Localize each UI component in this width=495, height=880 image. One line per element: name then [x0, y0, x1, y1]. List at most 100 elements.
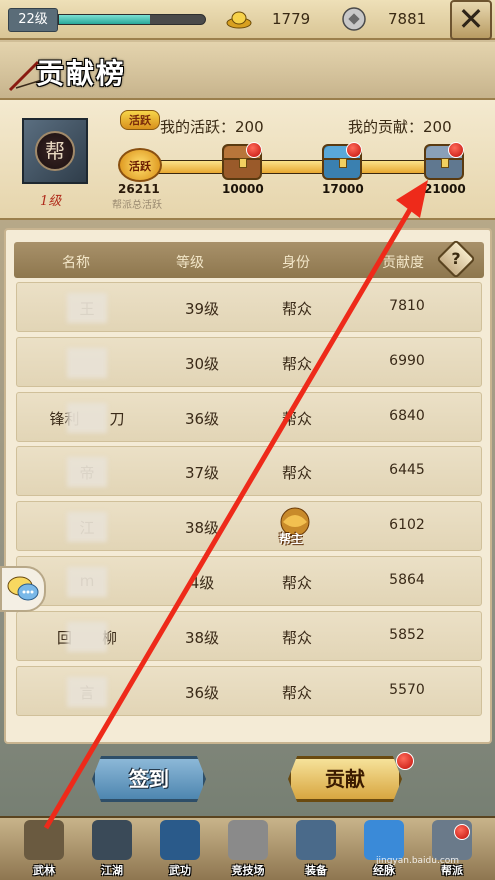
milestone-label: 21000: [424, 182, 466, 196]
milestone-label: 17000: [322, 182, 364, 196]
nav-item-1[interactable]: 江湖: [82, 818, 142, 880]
gold-amount: 1779: [272, 10, 311, 28]
redaction-blur: [67, 293, 107, 323]
member-role: 帮众: [281, 574, 312, 592]
header-contribution: 贡献度: [382, 255, 424, 271]
close-button[interactable]: ✕: [450, 0, 492, 40]
nav-item-5[interactable]: 经脉: [354, 818, 414, 880]
member-role: 帮主: [279, 532, 304, 547]
redaction-blur: [67, 567, 107, 597]
table-row[interactable]: 江38级帮主6102: [16, 501, 482, 552]
orb-icon: [364, 820, 404, 860]
redaction-blur: [67, 457, 107, 488]
table-row[interactable]: m4级帮众5864: [16, 556, 482, 606]
member-contribution: 5852: [389, 626, 425, 643]
xp-bar-fill: [59, 15, 150, 24]
silver-coin-icon: [342, 7, 366, 31]
member-level: 36级: [184, 409, 220, 428]
my-contribution: 我的贡献：200: [348, 118, 452, 136]
member-contribution: 6102: [389, 517, 425, 534]
help-icon[interactable]: ?: [442, 245, 470, 273]
header-level: 等级: [176, 255, 204, 271]
guild-emblem: 帮: [22, 118, 88, 184]
crossed-swords-icon: [228, 820, 268, 860]
activity-progress-fill: [141, 161, 459, 173]
my-activity: 我的活跃：200: [160, 118, 264, 136]
nav-label: 武功: [169, 864, 191, 877]
chest-lock-icon: [239, 158, 247, 168]
chat-button[interactable]: [0, 566, 46, 612]
player-level: 22级: [8, 8, 58, 32]
member-contribution: 6840: [389, 407, 425, 424]
member-role: 帮众: [281, 628, 312, 647]
member-level: 37级: [184, 464, 220, 483]
guild-emblem-seal: 帮: [35, 131, 75, 171]
member-contribution: 6445: [389, 462, 425, 479]
close-icon: ✕: [457, 0, 485, 38]
member-level: 36级: [184, 683, 220, 702]
chest-lock-icon: [339, 158, 347, 168]
member-contribution: 5864: [389, 572, 425, 588]
nav-item-0[interactable]: 武林: [14, 818, 74, 880]
table-row[interactable]: 王39级帮众7810: [16, 282, 482, 332]
member-role: 帮众: [281, 464, 312, 483]
guild-leader-badge: 帮主: [273, 504, 317, 548]
gold-ingot-icon: [226, 11, 252, 29]
notification-dot: [346, 142, 362, 158]
notification-dot: [396, 752, 414, 770]
nav-label: 竞技场: [231, 864, 265, 877]
guild-total-activity-label: 帮派总活跃: [112, 200, 162, 211]
member-level: 38级: [184, 628, 220, 647]
watermark: jingyan.baidu.com: [376, 856, 460, 866]
tower-icon: [24, 820, 64, 860]
table-row[interactable]: 帝37级帮众6445: [16, 446, 482, 497]
activity-badge: 活跃: [120, 110, 160, 130]
nav-label: 江湖: [101, 864, 123, 877]
nav-item-3[interactable]: 竞技场: [218, 818, 278, 880]
member-level: 39级: [184, 300, 220, 318]
member-role: 帮众: [281, 683, 312, 702]
notification-dot: [454, 824, 470, 840]
notification-dot: [448, 142, 464, 158]
header-role: 身份: [282, 255, 310, 271]
nav-item-2[interactable]: 武功: [150, 818, 210, 880]
armor-icon: [296, 820, 336, 860]
member-level: 30级: [184, 354, 220, 373]
table-row[interactable]: 言36级帮众5570: [16, 665, 482, 716]
xp-bar: [58, 14, 206, 25]
nav-item-4[interactable]: 装备: [286, 818, 346, 880]
sign-in-button[interactable]: 签到: [92, 756, 206, 802]
member-level: 38级: [184, 519, 220, 538]
nav-item-6[interactable]: 帮派: [422, 818, 482, 880]
member-level: 4级: [189, 574, 215, 592]
milestone-label: 10000: [222, 182, 264, 196]
page-title: 贡献榜: [36, 57, 127, 90]
silver-amount: 7881: [388, 10, 427, 28]
member-role: 帮众: [281, 354, 312, 373]
redaction-blur: [67, 621, 107, 652]
chat-bubble-icon: [7, 576, 39, 601]
notification-dot: [246, 142, 262, 158]
table-header: 名称 等级 身份 贡献度: [14, 242, 484, 278]
member-role: 帮众: [281, 409, 312, 428]
nav-label: 装备: [305, 864, 327, 877]
redaction-blur: [67, 402, 107, 433]
nav-label: 武林: [33, 864, 55, 877]
header-name: 名称: [62, 255, 90, 271]
table-row[interactable]: 回 柳 38级 帮众 5852: [16, 610, 482, 661]
redaction-blur: [67, 347, 107, 378]
redaction-blur: [67, 512, 107, 543]
chest-lock-icon: [441, 158, 449, 168]
guild-level: 1级: [40, 194, 62, 209]
contribute-button[interactable]: 贡献: [288, 756, 402, 802]
member-contribution: 5570: [389, 681, 425, 698]
swordsman-icon: [92, 820, 132, 860]
scroll-icon: [160, 820, 200, 860]
member-role: 帮众: [281, 300, 312, 318]
table-row[interactable]: 30级 帮众 6990: [16, 336, 482, 387]
member-contribution: 6990: [389, 352, 425, 369]
redaction-blur: [67, 676, 107, 707]
table-row[interactable]: 锋利 刀 36级 帮众 6840: [16, 391, 482, 442]
activity-medal: 活跃: [118, 148, 162, 182]
activity-progress-bar: [140, 160, 460, 174]
